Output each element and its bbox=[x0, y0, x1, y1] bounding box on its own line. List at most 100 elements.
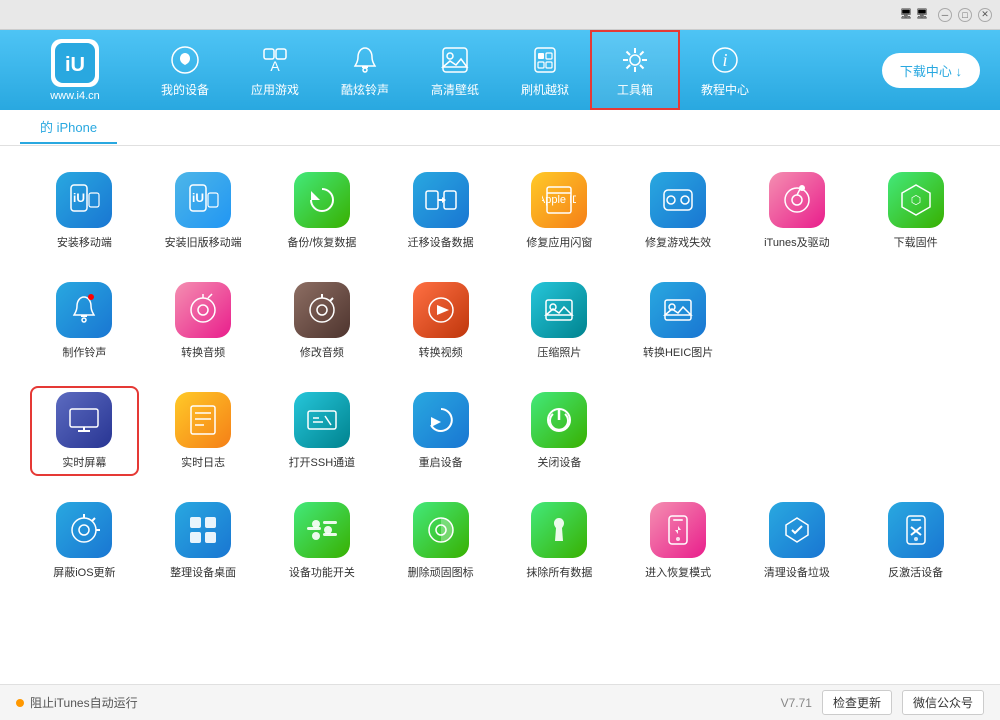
open-ssh-icon bbox=[294, 392, 350, 448]
fix-game-icon bbox=[650, 172, 706, 228]
svg-text:i: i bbox=[722, 50, 727, 70]
svg-text:iU: iU bbox=[73, 191, 85, 205]
tool-restart-device[interactable]: 重启设备 bbox=[386, 386, 495, 476]
open-ssh-label: 打开SSH通道 bbox=[289, 454, 356, 470]
block-ios-update-label: 屏蔽iOS更新 bbox=[53, 564, 115, 580]
tool-backup-restore[interactable]: 备份/恢复数据 bbox=[268, 166, 377, 256]
nav-tab-label-ringtone: 酷炫铃声 bbox=[341, 81, 389, 98]
nav-tabs: 我的设备 A 应用游戏 酷炫铃声 高清壁纸 刷机越 bbox=[140, 30, 882, 110]
tool-realtime-screen[interactable]: 实时屏幕 bbox=[30, 386, 139, 476]
convert-video-icon bbox=[413, 282, 469, 338]
itunes-driver-label: iTunes及驱动 bbox=[764, 234, 830, 250]
svg-text:iU: iU bbox=[192, 191, 204, 205]
restore-button[interactable]: □ bbox=[958, 8, 972, 22]
tutorial-icon: i bbox=[708, 43, 742, 77]
tool-fix-app[interactable]: Apple ID 修复应用闪窗 bbox=[505, 166, 614, 256]
convert-heic-label: 转换HEIC图片 bbox=[643, 344, 713, 360]
backup-restore-icon bbox=[294, 172, 350, 228]
wipe-data-icon bbox=[531, 502, 587, 558]
tool-deactivate[interactable]: 反激活设备 bbox=[861, 496, 970, 586]
tools-row-2: 制作铃声 转换音频 修改音频 转换视频 压缩照片 bbox=[30, 276, 970, 366]
toolbox-icon bbox=[618, 43, 652, 77]
tool-edit-audio[interactable]: 修改音频 bbox=[268, 276, 377, 366]
tool-fix-game[interactable]: 修复游戏失效 bbox=[624, 166, 733, 256]
tool-convert-heic[interactable]: 转换HEIC图片 bbox=[624, 276, 733, 366]
tool-compress-photo[interactable]: 压缩照片 bbox=[505, 276, 614, 366]
tool-organize-desktop[interactable]: 整理设备桌面 bbox=[149, 496, 258, 586]
download-button[interactable]: 下载中心 ↓ bbox=[882, 53, 980, 88]
nav-tab-tutorial[interactable]: i 教程中心 bbox=[680, 30, 770, 110]
restart-device-icon bbox=[413, 392, 469, 448]
nav-tab-label-wallpaper: 高清壁纸 bbox=[431, 81, 479, 98]
shutdown-device-icon bbox=[531, 392, 587, 448]
recovery-mode-label: 进入恢复模式 bbox=[645, 564, 711, 580]
tool-wipe-data[interactable]: 抹除所有数据 bbox=[505, 496, 614, 586]
tool-realtime-log[interactable]: 实时日志 bbox=[149, 386, 258, 476]
convert-video-label: 转换视频 bbox=[419, 344, 463, 360]
statusbar: 阻止iTunes自动运行 V7.71 检查更新 微信公众号 bbox=[0, 684, 1000, 720]
main-content: iU 安装移动端 iU 安装旧版移动端 备份/恢复数据 迁移设备数据 Apple… bbox=[0, 146, 1000, 684]
migrate-data-icon bbox=[413, 172, 469, 228]
nav-tab-my-device[interactable]: 我的设备 bbox=[140, 30, 230, 110]
tool-install-old[interactable]: iU 安装旧版移动端 bbox=[149, 166, 258, 256]
tool-install-app[interactable]: iU 安装移动端 bbox=[30, 166, 139, 256]
tool-convert-video[interactable]: 转换视频 bbox=[386, 276, 495, 366]
logo-area: iU www.i4.cn bbox=[10, 39, 140, 102]
convert-audio-label: 转换音频 bbox=[181, 344, 225, 360]
check-update-button[interactable]: 检查更新 bbox=[822, 690, 892, 715]
tools-row-3: 实时屏幕 实时日志 打开SSH通道 重启设备 关闭设备 bbox=[30, 386, 970, 476]
minimize-button[interactable]: ─ bbox=[938, 8, 952, 22]
tool-delete-stubborn[interactable]: 删除顽固图标 bbox=[386, 496, 495, 586]
tool-open-ssh[interactable]: 打开SSH通道 bbox=[268, 386, 377, 476]
svg-text:A: A bbox=[270, 58, 280, 74]
ringtone-icon bbox=[348, 43, 382, 77]
apps-games-icon: A bbox=[258, 43, 292, 77]
migrate-data-label: 迁移设备数据 bbox=[408, 234, 474, 250]
delete-stubborn-label: 删除顽固图标 bbox=[408, 564, 474, 580]
recovery-mode-icon bbox=[650, 502, 706, 558]
nav-tab-ringtone[interactable]: 酷炫铃声 bbox=[320, 30, 410, 110]
tools-row-4: 屏蔽iOS更新 整理设备桌面 设备功能开关 删除顽固图标 抹除所有数据 bbox=[30, 496, 970, 586]
device-tabbar: 的 iPhone bbox=[0, 110, 1000, 146]
tool-migrate-data[interactable]: 迁移设备数据 bbox=[386, 166, 495, 256]
my-device-icon bbox=[168, 43, 202, 77]
edit-audio-label: 修改音频 bbox=[300, 344, 344, 360]
svg-text:⬡: ⬡ bbox=[910, 193, 920, 207]
restart-device-label: 重启设备 bbox=[419, 454, 463, 470]
convert-heic-icon bbox=[650, 282, 706, 338]
wipe-data-label: 抹除所有数据 bbox=[526, 564, 592, 580]
tool-device-functions[interactable]: 设备功能开关 bbox=[268, 496, 377, 586]
jailbreak-icon bbox=[528, 43, 562, 77]
itunes-driver-icon bbox=[769, 172, 825, 228]
compress-photo-icon bbox=[531, 282, 587, 338]
logo-icon: iU bbox=[51, 39, 99, 87]
tool-shutdown-device[interactable]: 关闭设备 bbox=[505, 386, 614, 476]
tool-recovery-mode[interactable]: 进入恢复模式 bbox=[624, 496, 733, 586]
wechat-button[interactable]: 微信公众号 bbox=[902, 690, 984, 715]
nav-tab-jailbreak[interactable]: 刷机越狱 bbox=[500, 30, 590, 110]
tool-itunes-driver[interactable]: iTunes及驱动 bbox=[743, 166, 852, 256]
nav-tab-toolbox[interactable]: 工具箱 bbox=[590, 30, 680, 110]
download-fw-label: 下载固件 bbox=[894, 234, 938, 250]
nav-tab-label-toolbox: 工具箱 bbox=[617, 81, 653, 98]
tool-make-ringtone[interactable]: 制作铃声 bbox=[30, 276, 139, 366]
realtime-log-icon bbox=[175, 392, 231, 448]
tool-block-ios-update[interactable]: 屏蔽iOS更新 bbox=[30, 496, 139, 586]
install-old-label: 安装旧版移动端 bbox=[165, 234, 242, 250]
shutdown-device-label: 关闭设备 bbox=[537, 454, 581, 470]
realtime-screen-label: 实时屏幕 bbox=[62, 454, 106, 470]
realtime-log-label: 实时日志 bbox=[181, 454, 225, 470]
device-tab-iphone[interactable]: 的 iPhone bbox=[20, 111, 117, 144]
close-button[interactable]: ✕ bbox=[978, 8, 992, 22]
nav-tab-apps-games[interactable]: A 应用游戏 bbox=[230, 30, 320, 110]
fix-game-label: 修复游戏失效 bbox=[645, 234, 711, 250]
version-text: V7.71 bbox=[781, 696, 812, 710]
logo-text: www.i4.cn bbox=[50, 90, 100, 102]
delete-stubborn-icon bbox=[413, 502, 469, 558]
tool-convert-audio[interactable]: 转换音频 bbox=[149, 276, 258, 366]
nav-tab-wallpaper[interactable]: 高清壁纸 bbox=[410, 30, 500, 110]
tool-download-fw[interactable]: ⬡ 下载固件 bbox=[861, 166, 970, 256]
install-app-icon: iU bbox=[56, 172, 112, 228]
device-functions-label: 设备功能开关 bbox=[289, 564, 355, 580]
tool-clean-junk[interactable]: 清理设备垃圾 bbox=[743, 496, 852, 586]
